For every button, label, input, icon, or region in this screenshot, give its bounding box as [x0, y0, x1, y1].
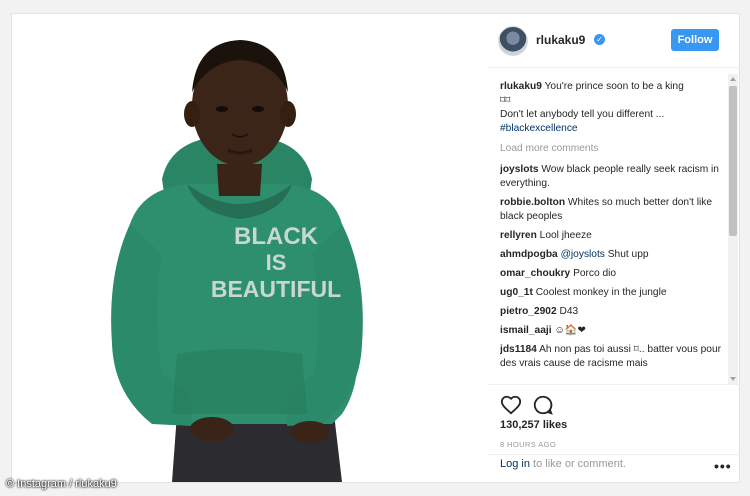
- comment-text: ☺🏠❤: [554, 325, 587, 336]
- child-hoodie-photo: BLACK IS BEAUTIFUL: [12, 14, 482, 482]
- hoodie-print-line2: IS: [266, 250, 287, 275]
- post-actions: [500, 394, 560, 416]
- comment-text: Lool jheeze: [539, 230, 592, 241]
- comment-item: ismail_aaji ☺🏠❤: [500, 324, 726, 338]
- post-sidebar: rlukaku9 ✓ Follow rlukaku9 You're prince…: [488, 14, 740, 482]
- comment-item: ug0_1t Coolest monkey in the jungle: [500, 286, 726, 300]
- heart-icon[interactable]: [500, 394, 522, 416]
- caption-line1: You're prince soon to be a king: [544, 81, 684, 92]
- hoodie-print-line3: BEAUTIFUL: [211, 276, 341, 302]
- likes-count[interactable]: 130,257 likes: [500, 419, 567, 431]
- post-timestamp: 8 HOURS AGO: [500, 440, 557, 449]
- caption: rlukaku9 You're prince soon to be a king…: [500, 80, 726, 136]
- avatar[interactable]: [498, 26, 528, 56]
- follow-button[interactable]: Follow: [671, 29, 719, 51]
- login-link[interactable]: Log in: [500, 458, 530, 470]
- hoodie-print-line1: BLACK: [234, 223, 319, 250]
- comments-list[interactable]: rlukaku9 You're prince soon to be a king…: [500, 80, 726, 380]
- comment-item: rellyren Lool jheeze: [500, 229, 726, 243]
- verified-badge-icon: ✓: [594, 34, 605, 45]
- comment-item: omar_choukry Porco dio: [500, 267, 726, 281]
- caption-emoji: ⌑⌑: [500, 95, 511, 106]
- comment-username[interactable]: omar_choukry: [500, 268, 570, 279]
- post-photo[interactable]: BLACK IS BEAUTIFUL: [12, 14, 482, 482]
- username-link[interactable]: rlukaku9: [536, 33, 585, 47]
- caption-line2: Don't let anybody tell you different ...: [500, 109, 665, 120]
- instagram-post-card: BLACK IS BEAUTIFUL rlukaku9 ✓ Follow rlu…: [11, 13, 740, 483]
- comment-bubble-icon[interactable]: [532, 394, 554, 416]
- comment-item: jds1184 Ah non pas toi aussi ⌑.. batter …: [500, 343, 726, 371]
- hashtag-link[interactable]: #blackexcellence: [500, 123, 578, 134]
- comment-username[interactable]: ahmdpogba: [500, 249, 558, 260]
- comment-item: ahmdpogba @joyslots Shut upp: [500, 248, 726, 262]
- comment-text: Shut upp: [607, 249, 649, 260]
- comment-username[interactable]: ug0_1t: [500, 287, 533, 298]
- scroll-down-icon[interactable]: [730, 377, 736, 381]
- caption-username[interactable]: rlukaku9: [500, 81, 542, 92]
- login-prompt-text: to like or comment.: [533, 458, 626, 470]
- comment-item: robbie.bolton Whites so much better don'…: [500, 196, 726, 224]
- comment-username[interactable]: joyslots: [500, 164, 539, 175]
- comment-item: pietro_2902 D43: [500, 305, 726, 319]
- comment-mention-link[interactable]: @joyslots: [561, 249, 605, 260]
- divider: [488, 454, 740, 455]
- load-more-comments-link[interactable]: Load more comments: [500, 142, 726, 156]
- comment-text: Coolest monkey in the jungle: [535, 287, 667, 298]
- comment-username[interactable]: rellyren: [500, 230, 537, 241]
- comment-username[interactable]: robbie.bolton: [500, 197, 565, 208]
- comment-item: joyslots Wow black people really seek ra…: [500, 163, 726, 191]
- comment-username[interactable]: jds1184: [500, 344, 537, 355]
- divider: [488, 384, 740, 385]
- scroll-thumb[interactable]: [729, 86, 737, 236]
- scroll-up-icon[interactable]: [730, 77, 736, 81]
- comment-username[interactable]: ismail_aaji: [500, 325, 552, 336]
- post-header: rlukaku9 ✓ Follow: [488, 14, 740, 68]
- comment-text: D43: [559, 306, 579, 317]
- comments-scrollbar[interactable]: [728, 74, 738, 384]
- photo-credit: © Instagram / rlukaku9: [6, 478, 117, 490]
- more-options-icon[interactable]: •••: [714, 458, 732, 474]
- comment-text: Porco dio: [573, 268, 617, 279]
- comment-username[interactable]: pietro_2902: [500, 306, 557, 317]
- login-prompt: Log in to like or comment.: [500, 458, 626, 470]
